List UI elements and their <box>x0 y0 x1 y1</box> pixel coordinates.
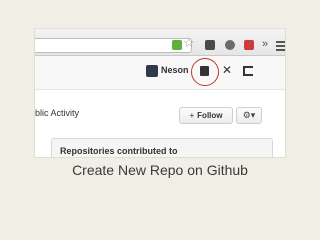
follow-label: Follow <box>197 111 223 120</box>
sign-out-icon[interactable] <box>243 66 253 76</box>
extension-icon[interactable] <box>205 40 215 50</box>
screenshot-frame: ☆ » Neson ✕ blic Activity + Follow ⚙▾ Re… <box>35 29 285 157</box>
person-plus-icon: + <box>189 111 195 120</box>
highlight-ring <box>191 58 219 86</box>
bookmark-star-icon[interactable]: ☆ <box>183 36 195 50</box>
slide-caption: Create New Repo on Github <box>72 162 248 178</box>
follow-button[interactable]: + Follow <box>179 107 233 124</box>
addon-icon[interactable] <box>172 40 182 50</box>
menu-icon[interactable] <box>276 41 285 53</box>
profile-settings-button[interactable]: ⚙▾ <box>236 107 262 124</box>
address-bar[interactable] <box>35 38 192 53</box>
browser-toolbar: ☆ » <box>35 29 285 56</box>
overflow-chevron-icon[interactable]: » <box>262 38 268 50</box>
github-header: Neson ✕ <box>35 56 285 90</box>
pocket-icon[interactable] <box>244 40 254 50</box>
activity-label: blic Activity <box>35 108 80 118</box>
settings-tools-icon[interactable]: ✕ <box>222 63 232 77</box>
repos-panel: Repositories contributed to <box>51 138 273 157</box>
username[interactable]: Neson <box>161 65 189 75</box>
extension-icon[interactable] <box>225 40 235 50</box>
avatar[interactable] <box>146 65 158 77</box>
repos-title: Repositories contributed to <box>60 146 178 156</box>
